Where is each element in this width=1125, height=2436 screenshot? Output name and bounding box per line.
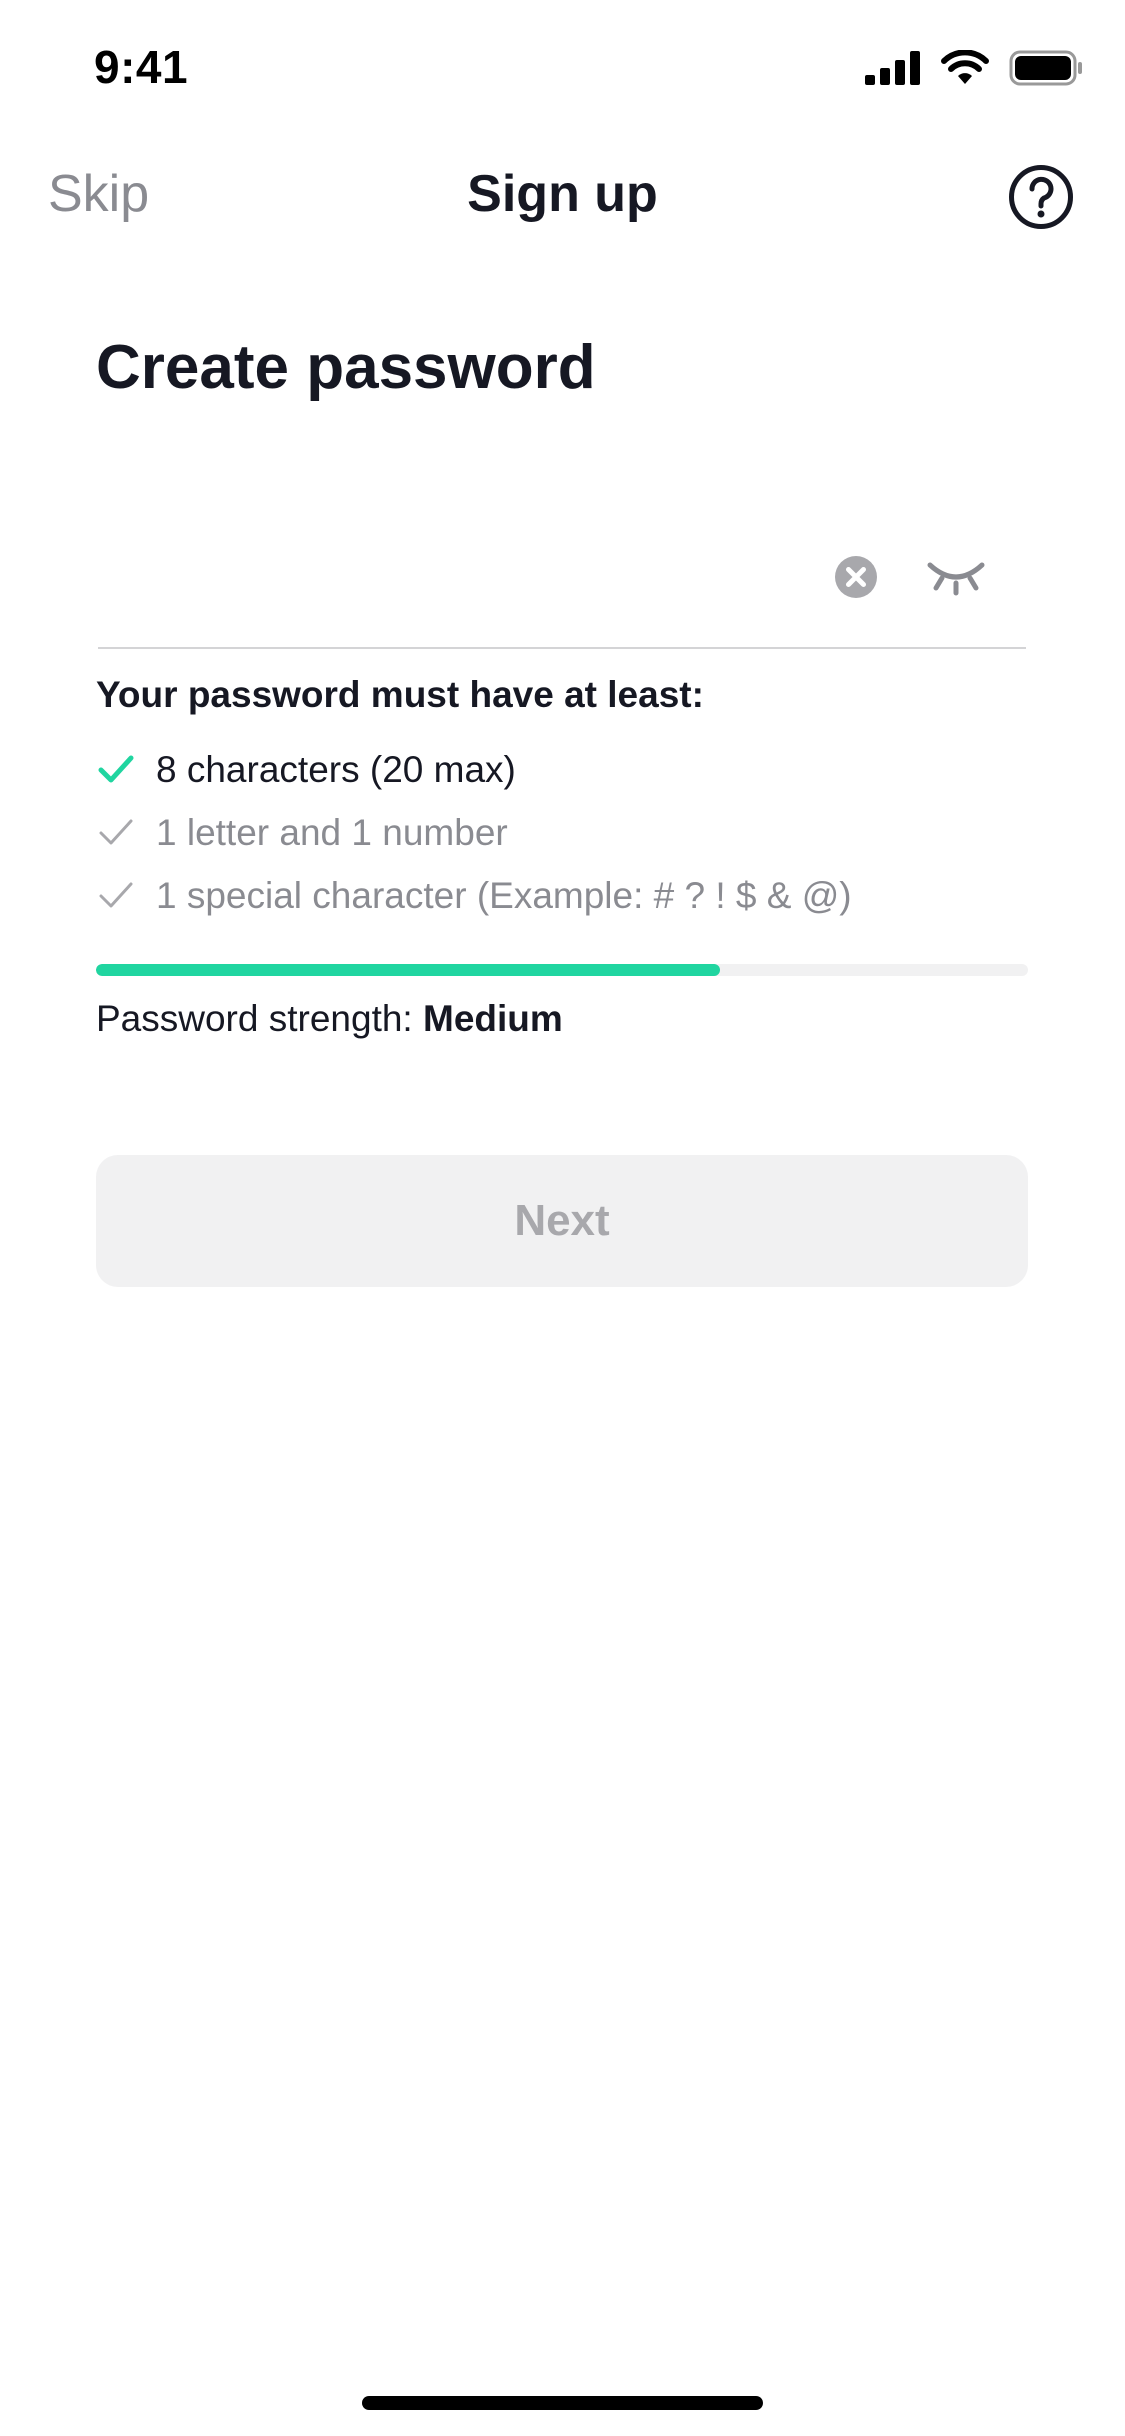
clear-input-button[interactable] [834,555,878,599]
password-strength-text: Password strength: Medium [96,998,563,1040]
clear-icon [835,556,877,598]
password-strength-bar [96,964,1028,976]
requirements-title: Your password must have at least: [96,674,704,715]
requirement-label: 8 characters (20 max) [156,748,516,790]
nav-title: Sign up [467,165,658,223]
input-underline [98,647,1026,649]
toggle-password-visibility[interactable] [924,555,988,599]
requirement-item: 8 characters (20 max) [96,738,852,801]
requirements-list: 8 characters (20 max) 1 letter and 1 num… [96,738,852,927]
next-button[interactable]: Next [96,1155,1028,1287]
check-icon [99,882,133,907]
status-time: 9:41 [94,41,189,93]
status-icons [865,50,1083,86]
check-icon [98,755,134,782]
cellular-signal-icon [865,51,920,85]
requirement-label: 1 special character (Example: # ? ! $ & … [156,874,852,916]
battery-icon [1009,50,1082,86]
home-indicator [362,2396,763,2410]
password-strength-fill [96,964,721,976]
password-strength-label: Password strength: [96,998,413,1039]
requirement-item: 1 special character (Example: # ? ! $ & … [96,864,852,927]
page-title: Create password [96,333,596,402]
password-input[interactable] [98,540,802,622]
requirement-label: 1 letter and 1 number [156,811,508,853]
requirement-item: 1 letter and 1 number [96,801,852,864]
eye-closed-icon [927,562,985,596]
password-strength-value: Medium [423,998,563,1039]
wifi-icon [941,50,989,84]
question-circle-icon [1009,165,1073,229]
help-button[interactable] [1008,164,1074,230]
check-icon [99,819,133,844]
